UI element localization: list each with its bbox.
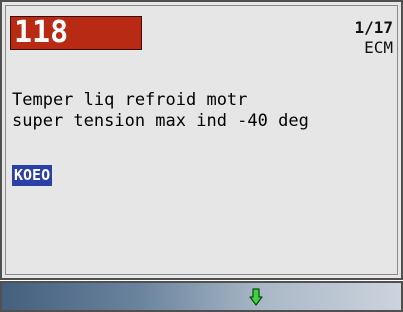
display-screen: 118 1/17 ECM Temper liq refroid motr sup… (0, 0, 403, 280)
bottom-bar (0, 281, 403, 312)
description-line-2: super tension max ind -40 deg (12, 111, 309, 131)
page-indicator: 1/17 (354, 18, 393, 37)
status-badge: KOEO (12, 165, 53, 186)
description-line-1: Temper liq refroid motr (12, 90, 248, 110)
dtc-code: 118 (10, 16, 142, 50)
arrow-down-icon[interactable] (249, 288, 263, 306)
dtc-description: Temper liq refroid motr super tension ma… (12, 90, 309, 132)
module-label: ECM (364, 38, 393, 57)
